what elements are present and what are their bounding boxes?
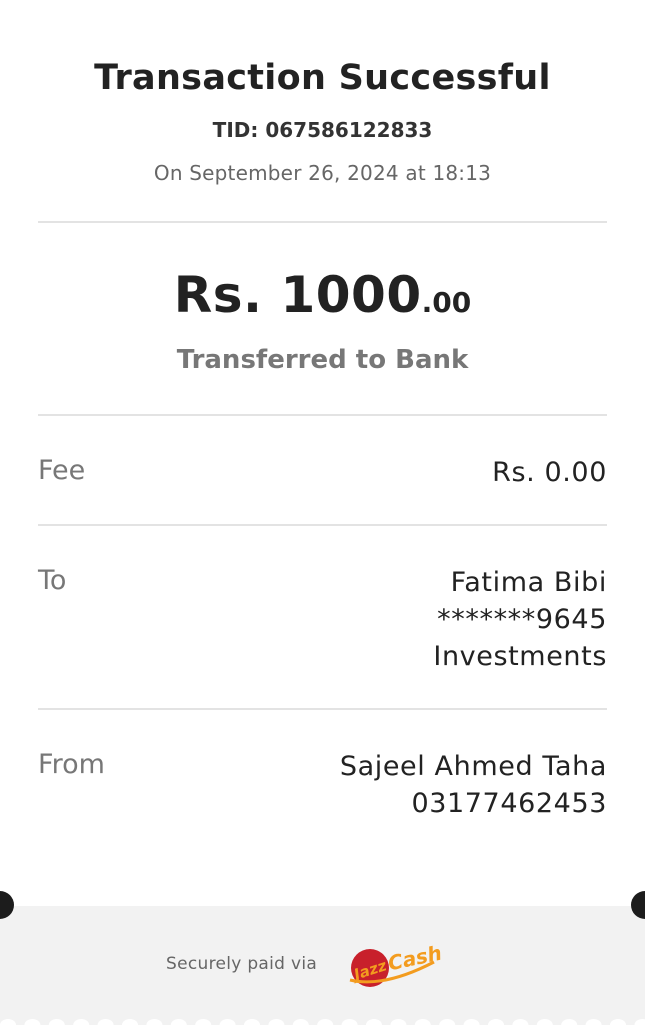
transaction-description: Transferred to Bank <box>176 345 469 375</box>
scallop <box>536 1019 553 1025</box>
divider <box>38 221 607 223</box>
scallop <box>48 1019 65 1025</box>
scallop <box>244 1019 260 1025</box>
scallop <box>219 1019 236 1025</box>
page-title: Transaction Successful <box>94 58 551 98</box>
divider <box>38 524 607 526</box>
scallop <box>463 1019 480 1025</box>
scallop <box>366 1019 382 1025</box>
sender-number: 03177462453 <box>411 788 607 819</box>
fee-label: Fee <box>38 455 86 486</box>
transaction-id: TID: 067586122833 <box>212 118 433 142</box>
transaction-datetime: On September 26, 2024 at 18:13 <box>153 161 492 185</box>
amount-cents: .00 <box>421 286 472 319</box>
recipient-details: Fatima Bibi *******9645 Investments <box>433 564 607 675</box>
scallop <box>610 1019 626 1025</box>
scallop <box>268 1019 285 1025</box>
recipient-bank: Investments <box>433 641 607 672</box>
from-label: From <box>38 749 105 780</box>
to-label: To <box>38 565 67 596</box>
recipient-name: Fatima Bibi <box>450 567 607 598</box>
scallop <box>317 1019 334 1025</box>
scallop <box>341 1019 358 1025</box>
divider <box>38 708 607 710</box>
scallop <box>512 1019 529 1025</box>
fee-value: Rs. 0.00 <box>492 454 607 491</box>
amount-main: Rs. 1000 <box>173 266 422 324</box>
scallop <box>488 1019 504 1025</box>
scallop <box>24 1019 41 1025</box>
scallop <box>146 1019 163 1025</box>
jazzcash-logo-icon: Jazz Cash <box>349 941 444 987</box>
scallop <box>122 1019 138 1025</box>
transaction-amount: Rs. 1000.00 <box>0 266 645 324</box>
scallop <box>561 1019 578 1025</box>
transaction-receipt: Transaction Successful TID: 067586122833… <box>0 0 645 1025</box>
sender-name: Sajeel Ahmed Taha <box>339 751 607 782</box>
logo-text-cash: Cash <box>386 941 444 976</box>
scallop <box>195 1019 212 1025</box>
scallop <box>585 1019 602 1025</box>
scallop <box>292 1019 309 1025</box>
scallop <box>97 1019 114 1025</box>
scallop <box>414 1019 431 1025</box>
sender-details: Sajeel Ahmed Taha 03177462453 <box>340 748 607 822</box>
scallop <box>439 1019 456 1025</box>
scallop <box>634 1019 645 1025</box>
scallop <box>390 1019 407 1025</box>
scallop <box>0 1019 16 1025</box>
divider <box>38 414 607 416</box>
receipt-scallop-edge <box>0 1019 645 1025</box>
secure-payment-text: Securely paid via <box>166 954 318 974</box>
recipient-account: *******9645 <box>437 604 607 635</box>
scallop <box>73 1019 90 1025</box>
receipt-footer <box>0 906 645 1025</box>
fee-amount: Rs. 0.00 <box>492 457 607 488</box>
scallop <box>170 1019 187 1025</box>
